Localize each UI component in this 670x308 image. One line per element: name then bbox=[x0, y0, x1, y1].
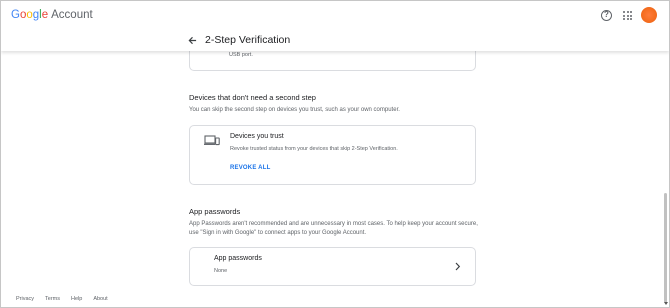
arrow-back-icon[interactable] bbox=[188, 36, 197, 45]
trusted-devices-title: Devices you trust bbox=[230, 133, 284, 140]
trusted-devices-card: Devices you trust Revoke trusted status … bbox=[189, 125, 476, 185]
devices-icon bbox=[204, 135, 220, 146]
help-icon[interactable]: ? bbox=[601, 10, 612, 21]
scrollbar-thumb[interactable] bbox=[664, 193, 667, 303]
browser-frame: Google Account ? 2-Step Verification USB… bbox=[0, 0, 670, 308]
card-tail-text: USB port. bbox=[229, 52, 253, 58]
avatar[interactable] bbox=[641, 7, 657, 23]
chevron-right-icon[interactable] bbox=[454, 262, 461, 271]
top-app-bar: Google Account ? bbox=[1, 1, 669, 29]
trusted-devices-subtitle: Revoke trusted status from your devices … bbox=[230, 146, 398, 152]
app-passwords-value: None bbox=[214, 268, 228, 274]
app-passwords-title: App passwords bbox=[214, 255, 262, 262]
apps-grid-icon[interactable] bbox=[623, 11, 632, 20]
footer-links: Privacy Terms Help About bbox=[16, 296, 108, 302]
footer-link-privacy[interactable]: Privacy bbox=[16, 296, 34, 302]
devices-section-description: You can skip the second step on devices … bbox=[189, 107, 400, 113]
footer-link-about[interactable]: About bbox=[93, 296, 107, 302]
app-passwords-section-title: App passwords bbox=[189, 207, 241, 216]
footer-link-terms[interactable]: Terms bbox=[45, 296, 60, 302]
page-title: 2-Step Verification bbox=[205, 34, 291, 46]
google-logo-text: Google bbox=[11, 9, 49, 21]
app-passwords-card[interactable]: App passwords None bbox=[189, 247, 476, 286]
page-header: 2-Step Verification bbox=[1, 29, 669, 51]
scroll-down-arrow-icon[interactable] bbox=[664, 302, 668, 305]
google-account-logo[interactable]: Google Account bbox=[11, 9, 93, 21]
footer-link-help[interactable]: Help bbox=[71, 296, 82, 302]
devices-section-title: Devices that don't need a second step bbox=[189, 93, 316, 102]
app-passwords-section-description: App Passwords aren't recommended and are… bbox=[189, 221, 478, 236]
revoke-all-button[interactable]: REVOKE ALL bbox=[230, 165, 270, 171]
account-label: Account bbox=[51, 9, 93, 21]
